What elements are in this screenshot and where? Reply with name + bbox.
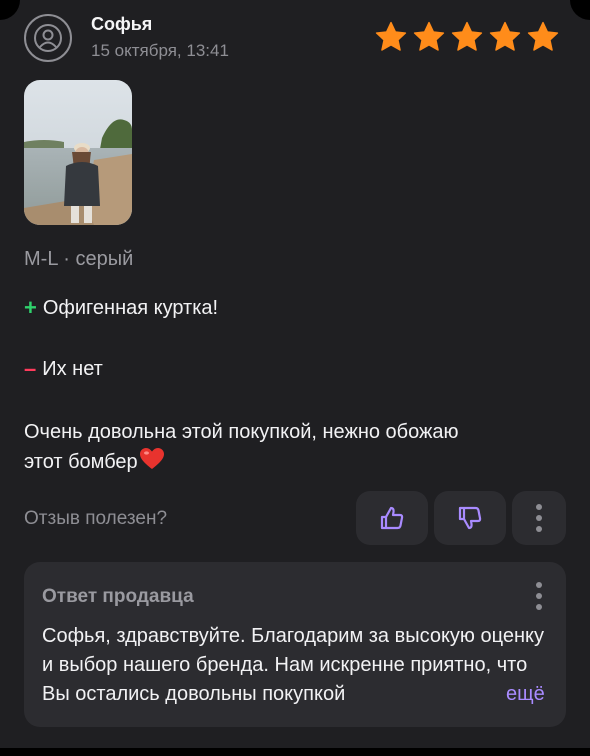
seller-reply: Ответ продавца Софья, здравствуйте. Благ… (24, 562, 566, 727)
star-icon (375, 21, 407, 51)
like-button[interactable] (356, 491, 428, 545)
avatar-placeholder-icon (34, 24, 62, 52)
star-icon (413, 21, 445, 51)
avatar (24, 14, 72, 62)
bottom-edge (0, 748, 590, 756)
review-date: 15 октября, 13:41 (91, 41, 229, 60)
comment-line: Очень довольна этой покупкой, нежно обож… (24, 421, 459, 443)
seller-reply-title: Ответ продавца (42, 586, 194, 607)
more-vertical-icon (536, 582, 542, 610)
review-more-button[interactable] (512, 491, 566, 545)
star-icon (451, 21, 483, 51)
cons-sign: – (24, 356, 37, 381)
rating-stars (374, 20, 560, 54)
review-comment: Очень довольна этой покупкой, нежно обож… (24, 418, 544, 477)
pros-sign: + (24, 295, 37, 320)
more-vertical-icon (536, 504, 542, 532)
review-card: Софья 15 октября, 13:41 M-L · серый + Оф… (0, 0, 590, 756)
thumbs-up-icon (380, 506, 404, 530)
cons-row: – Их нет (24, 356, 103, 382)
comment-line: этот бомбер (24, 451, 138, 473)
author-name: Софья (91, 14, 153, 34)
pros-row: + Офигенная куртка! (24, 295, 218, 321)
text-fade (434, 680, 504, 709)
heart-emoji-icon (139, 448, 164, 469)
product-variant: M-L · серый (24, 248, 134, 270)
comment-line-2: этот бомбер (24, 447, 544, 477)
show-more-link[interactable]: ещё (506, 680, 545, 709)
reply-more-button[interactable] (528, 578, 550, 614)
corner-right (570, 0, 590, 20)
pros-text: Офигенная куртка! (42, 296, 219, 319)
review-photo[interactable] (24, 80, 132, 225)
corner-left (0, 0, 20, 20)
thumbs-down-icon (458, 506, 482, 530)
dislike-button[interactable] (434, 491, 506, 545)
cons-text: Их нет (42, 357, 103, 380)
helpful-label: Отзыв полезен? (24, 508, 168, 529)
star-icon (527, 21, 559, 51)
star-icon (489, 21, 521, 51)
